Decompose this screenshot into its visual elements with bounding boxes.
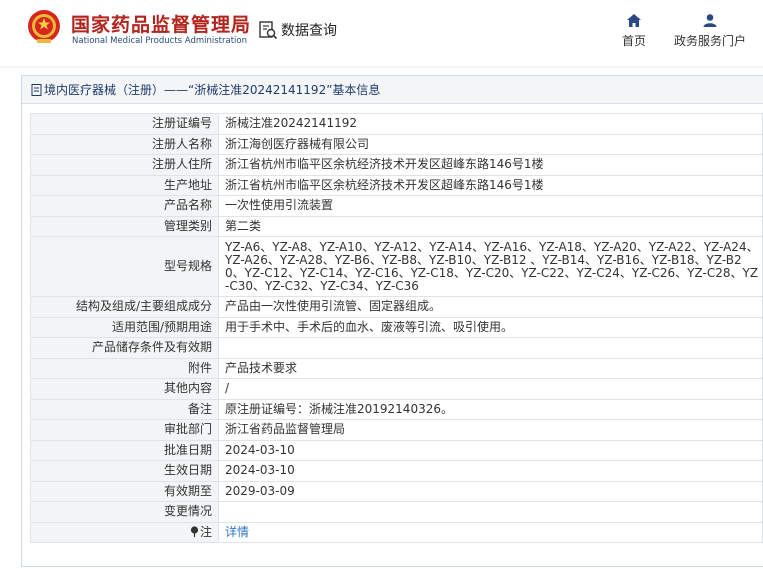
table-row: 其他内容 /: [30, 378, 763, 400]
note-label-cell: 注: [30, 521, 219, 543]
field-label: 附件: [30, 357, 219, 379]
field-value: 2024-03-10: [218, 460, 763, 482]
table-row: 型号规格 YZ-A6、YZ-A8、YZ-A10、YZ-A12、YZ-A14、YZ-…: [30, 236, 763, 297]
table-row: 审批部门 浙江省药品监督管理局: [30, 419, 763, 441]
field-value: 2029-03-09: [218, 480, 763, 502]
breadcrumb-text: 境内医疗器械（注册）——“浙械注准20242141192”基本信息: [44, 83, 381, 97]
field-label: 备注: [30, 398, 219, 420]
registration-info-table: 注册证编号 浙械注准20242141192 注册人名称 浙江海创医疗器械有限公司 注册人…: [30, 113, 763, 543]
field-label: 结构及组成/主要组成成分: [30, 296, 219, 318]
details-link[interactable]: 详情: [225, 525, 249, 539]
field-value: 第二类: [218, 215, 763, 237]
table-row: 产品储存条件及有效期: [30, 337, 763, 359]
data-query-label: 数据查询: [281, 23, 337, 39]
field-label: 有效期至: [30, 480, 219, 502]
table-row: 生产地址 浙江省杭州市临平区余杭经济技术开发区超峰东路146号1楼: [30, 174, 763, 196]
header-divider: [0, 66, 763, 68]
national-emblem-icon: [28, 10, 60, 43]
table-row: 产品名称 一次性使用引流装置: [30, 195, 763, 217]
table-row-note: 注详情: [30, 521, 763, 543]
org-name-en: National Medical Products Administration: [72, 36, 247, 46]
field-label: 审批部门: [30, 419, 219, 441]
table-row: 注册人名称 浙江海创医疗器械有限公司: [30, 133, 763, 155]
field-label: 变更情况: [30, 501, 219, 523]
field-value: YZ-A6、YZ-A8、YZ-A10、YZ-A12、YZ-A14、YZ-A16、…: [218, 236, 763, 297]
table-row: 附件 产品技术要求: [30, 357, 763, 379]
nav-home[interactable]: 首页: [618, 14, 650, 49]
field-label: 适用范围/预期用途: [30, 316, 219, 338]
field-label: 其他内容: [30, 378, 219, 400]
field-value: 一次性使用引流装置: [218, 195, 763, 217]
user-icon: [703, 14, 717, 27]
nav-service-portal-label: 政务服务门户: [673, 34, 746, 48]
document-icon: [31, 83, 42, 96]
breadcrumb: 境内医疗器械（注册）——“浙械注准20242141192”基本信息: [22, 76, 763, 104]
table-row: 备注 原注册证编号：浙械注准20192140326。: [30, 398, 763, 420]
org-name-cn: 国家药品监督管理局: [71, 14, 252, 36]
table-row: 注册人住所 浙江省杭州市临平区余杭经济技术开发区超峰东路146号1楼: [30, 154, 763, 176]
data-query-link[interactable]: 数据查询: [258, 20, 337, 40]
table-row: 注册证编号 浙械注准20242141192: [30, 113, 763, 135]
site-header: 国家药品监督管理局 National Medical Products Admi…: [0, 0, 763, 66]
field-label: 批准日期: [30, 439, 219, 461]
nav-home-label: 首页: [621, 34, 646, 48]
field-value: 产品技术要求: [218, 357, 763, 379]
note-label: 注: [199, 524, 212, 539]
table-row: 有效期至 2029-03-09: [30, 480, 763, 502]
pin-icon: [190, 526, 199, 537]
table-row: 适用范围/预期用途 用于手术中、手术后的血水、废液等引流、吸引使用。: [30, 316, 763, 338]
field-value: 浙江海创医疗器械有限公司: [218, 133, 763, 155]
field-value: 产品由一次性使用引流管、固定器组成。: [218, 296, 763, 318]
table-row: 批准日期 2024-03-10: [30, 439, 763, 461]
field-value: 浙江省药品监督管理局: [218, 419, 763, 441]
field-value: 用于手术中、手术后的血水、废液等引流、吸引使用。: [218, 316, 763, 338]
field-value: 原注册证编号：浙械注准20192140326。: [218, 398, 763, 420]
field-value: 2024-03-10: [218, 439, 763, 461]
field-label: 型号规格: [30, 236, 219, 297]
field-label: 生产地址: [30, 174, 219, 196]
nav-service-portal[interactable]: 政务服务门户: [670, 14, 750, 49]
document-search-icon: [259, 21, 278, 40]
field-label: 注册人名称: [30, 133, 219, 155]
field-value: /: [218, 378, 763, 400]
table-row: 结构及组成/主要组成成分 产品由一次性使用引流管、固定器组成。: [30, 296, 763, 318]
field-value: 浙械注准20242141192: [218, 113, 763, 135]
field-value: [218, 501, 763, 523]
field-label: 管理类别: [30, 215, 219, 237]
field-label: 注册证编号: [30, 113, 219, 135]
field-label: 产品储存条件及有效期: [30, 337, 219, 359]
field-label: 注册人住所: [30, 154, 219, 176]
note-value-cell: 详情: [218, 521, 763, 543]
field-value: [218, 337, 763, 359]
field-value: 浙江省杭州市临平区余杭经济技术开发区超峰东路146号1楼: [218, 174, 763, 196]
field-value: 浙江省杭州市临平区余杭经济技术开发区超峰东路146号1楼: [218, 154, 763, 176]
field-label: 生效日期: [30, 460, 219, 482]
home-icon: [627, 14, 641, 27]
table-row: 管理类别 第二类: [30, 215, 763, 237]
table-row: 生效日期 2024-03-10: [30, 460, 763, 482]
field-label: 产品名称: [30, 195, 219, 217]
detail-panel: 境内医疗器械（注册）——“浙械注准20242141192”基本信息 注册证编号浙…: [21, 75, 763, 567]
table-row: 变更情况: [30, 501, 763, 523]
